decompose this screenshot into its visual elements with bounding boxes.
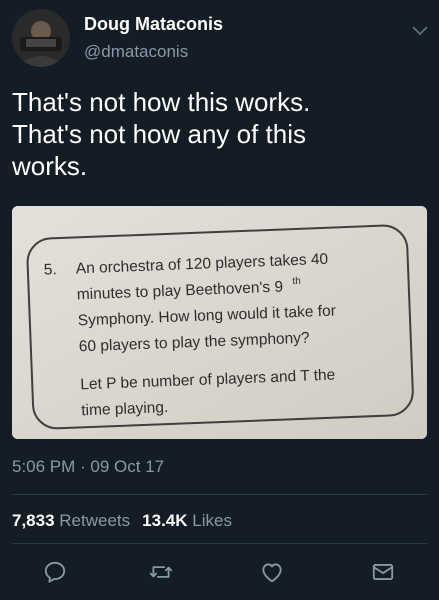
tweet-date: 09 Oct 17	[90, 457, 165, 476]
likes-label: Likes	[192, 511, 232, 530]
envelope-icon[interactable]	[370, 559, 396, 585]
question-superscript: th	[292, 276, 301, 287]
avatar[interactable]	[12, 9, 70, 67]
worksheet-photo: 5. An orchestra of 120 players takes 40 …	[12, 206, 427, 439]
retweets-stat[interactable]: 7,833 Retweets	[12, 511, 130, 530]
tweet-text: That's not how this works. That's not ho…	[12, 86, 422, 182]
divider	[12, 543, 427, 544]
likes-count: 13.4K	[142, 511, 188, 530]
chevron-down-icon[interactable]	[408, 18, 432, 42]
retweets-label: Retweets	[59, 511, 131, 530]
engagement-stats: 7,833 Retweets 13.4K Likes	[12, 511, 232, 531]
author-name[interactable]: Doug Mataconis	[84, 14, 223, 35]
divider	[12, 494, 427, 495]
note-line: time playing.	[81, 399, 169, 419]
tweet-line: That's not how this works.	[12, 87, 311, 117]
tweet-timestamp[interactable]: 5:06 PM · 09 Oct 17	[12, 457, 164, 477]
avatar-image	[12, 9, 70, 67]
author-handle[interactable]: @dmataconis	[84, 42, 188, 62]
retweets-count: 7,833	[12, 511, 55, 530]
tweet-photo[interactable]: 5. An orchestra of 120 players takes 40 …	[12, 206, 427, 439]
reply-icon[interactable]	[42, 559, 68, 585]
timestamp-separator: ·	[75, 457, 91, 476]
tweet-line: That's not how any of this	[12, 119, 307, 149]
retweet-icon[interactable]	[148, 559, 174, 585]
tweet-time: 5:06 PM	[12, 457, 76, 476]
heart-icon[interactable]	[259, 559, 285, 585]
likes-stat[interactable]: 13.4K Likes	[142, 511, 232, 530]
tweet-line: works.	[12, 151, 88, 181]
question-number: 5.	[44, 261, 58, 278]
